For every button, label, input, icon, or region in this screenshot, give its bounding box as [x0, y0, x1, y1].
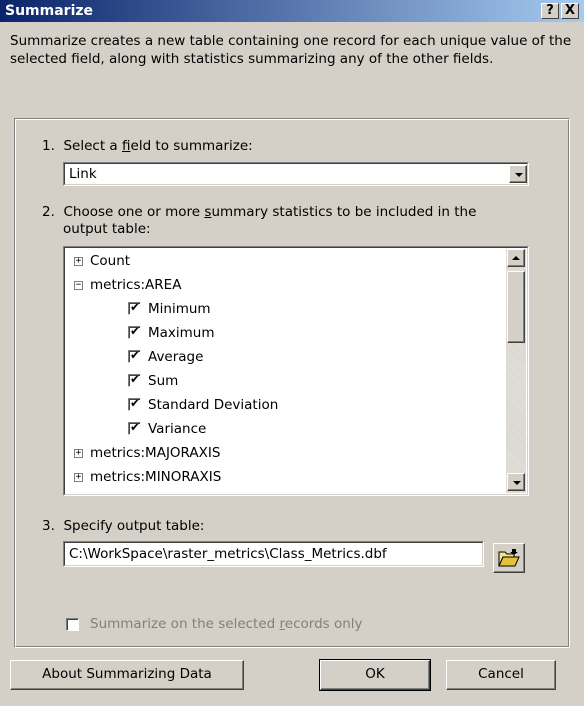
window-title: Summarize: [5, 3, 94, 19]
help-icon: ?: [546, 3, 554, 18]
scroll-down-button[interactable]: [507, 473, 525, 491]
expand-icon[interactable]: +: [74, 257, 83, 266]
close-button[interactable]: X: [561, 3, 579, 19]
tree-item-label: Maximum: [148, 325, 215, 341]
chevron-down-icon: [515, 173, 523, 177]
expand-icon[interactable]: +: [74, 473, 83, 482]
field-dropdown[interactable]: Link: [63, 162, 529, 186]
ok-button[interactable]: OK: [319, 659, 431, 691]
scroll-thumb[interactable]: [507, 271, 525, 343]
checkmark-icon: ✔: [130, 420, 141, 434]
checkmark-icon: ✔: [130, 348, 141, 362]
tree-item-label: Average: [148, 349, 204, 365]
close-icon: X: [564, 3, 576, 18]
statistic-checkbox[interactable]: ✔: [128, 372, 141, 387]
about-summarizing-button[interactable]: About Summarizing Data: [10, 660, 244, 690]
tree-item-label: Standard Deviation: [148, 397, 279, 413]
statistic-checkbox[interactable]: ✔: [128, 300, 141, 315]
statistic-checkbox[interactable]: ✔: [128, 420, 141, 435]
checkmark-icon: ✔: [130, 324, 141, 338]
chevron-down-icon: [513, 481, 521, 485]
checkmark-icon: ✔: [130, 396, 141, 410]
browse-button[interactable]: [493, 543, 525, 573]
expand-icon[interactable]: +: [74, 449, 83, 458]
tree-item-label: Count: [90, 253, 131, 269]
help-button[interactable]: ?: [541, 3, 559, 19]
selected-records-label: Summarize on the selected records only: [90, 616, 363, 632]
output-table-value: C:\WorkSpace\raster_metrics\Class_Metric…: [69, 546, 387, 562]
collapse-icon[interactable]: −: [74, 281, 83, 290]
cancel-button[interactable]: Cancel: [446, 660, 556, 690]
statistic-checkbox[interactable]: ✔: [128, 324, 141, 339]
tree-item-label: metrics:MAJORAXIS: [90, 445, 221, 461]
tree-list: + Count − metrics:AREA ✔ Minimum ✔ Maximum ✔ Aver…: [66, 249, 506, 495]
tree-item-label: Variance: [148, 421, 207, 437]
tree-item-label: metrics:ORIENTATION: [90, 489, 236, 495]
description-text: Summarize creates a new table containing…: [10, 33, 572, 67]
chevron-up-icon: [512, 256, 520, 260]
tree-item-label: Minimum: [148, 301, 211, 317]
scroll-up-button[interactable]: [507, 249, 525, 267]
step1-label: 1. Select a field to summarize:: [42, 138, 253, 154]
step3-label: 3. Specify output table:: [42, 518, 205, 534]
statistic-checkbox[interactable]: ✔: [128, 348, 141, 363]
dropdown-button[interactable]: [509, 165, 527, 183]
tree-item-label: Sum: [148, 373, 179, 389]
checkmark-icon: ✔: [130, 300, 141, 314]
statistics-tree[interactable]: + Count − metrics:AREA ✔ Minimum ✔ Maximum ✔ Aver…: [63, 246, 529, 496]
scrollbar[interactable]: [506, 249, 526, 493]
field-dropdown-value: Link: [69, 166, 97, 182]
statistic-checkbox[interactable]: ✔: [128, 396, 141, 411]
title-bar: Summarize ? X: [0, 0, 584, 22]
output-table-input[interactable]: C:\WorkSpace\raster_metrics\Class_Metric…: [63, 541, 484, 567]
step2-label: 2. Choose one or more summary statistics…: [42, 204, 477, 237]
tree-item-label: metrics:AREA: [90, 277, 182, 293]
tree-item-label: metrics:MINORAXIS: [90, 469, 222, 485]
checkmark-icon: ✔: [130, 372, 141, 386]
selected-records-checkbox[interactable]: [66, 618, 79, 631]
open-folder-icon: [498, 549, 520, 567]
